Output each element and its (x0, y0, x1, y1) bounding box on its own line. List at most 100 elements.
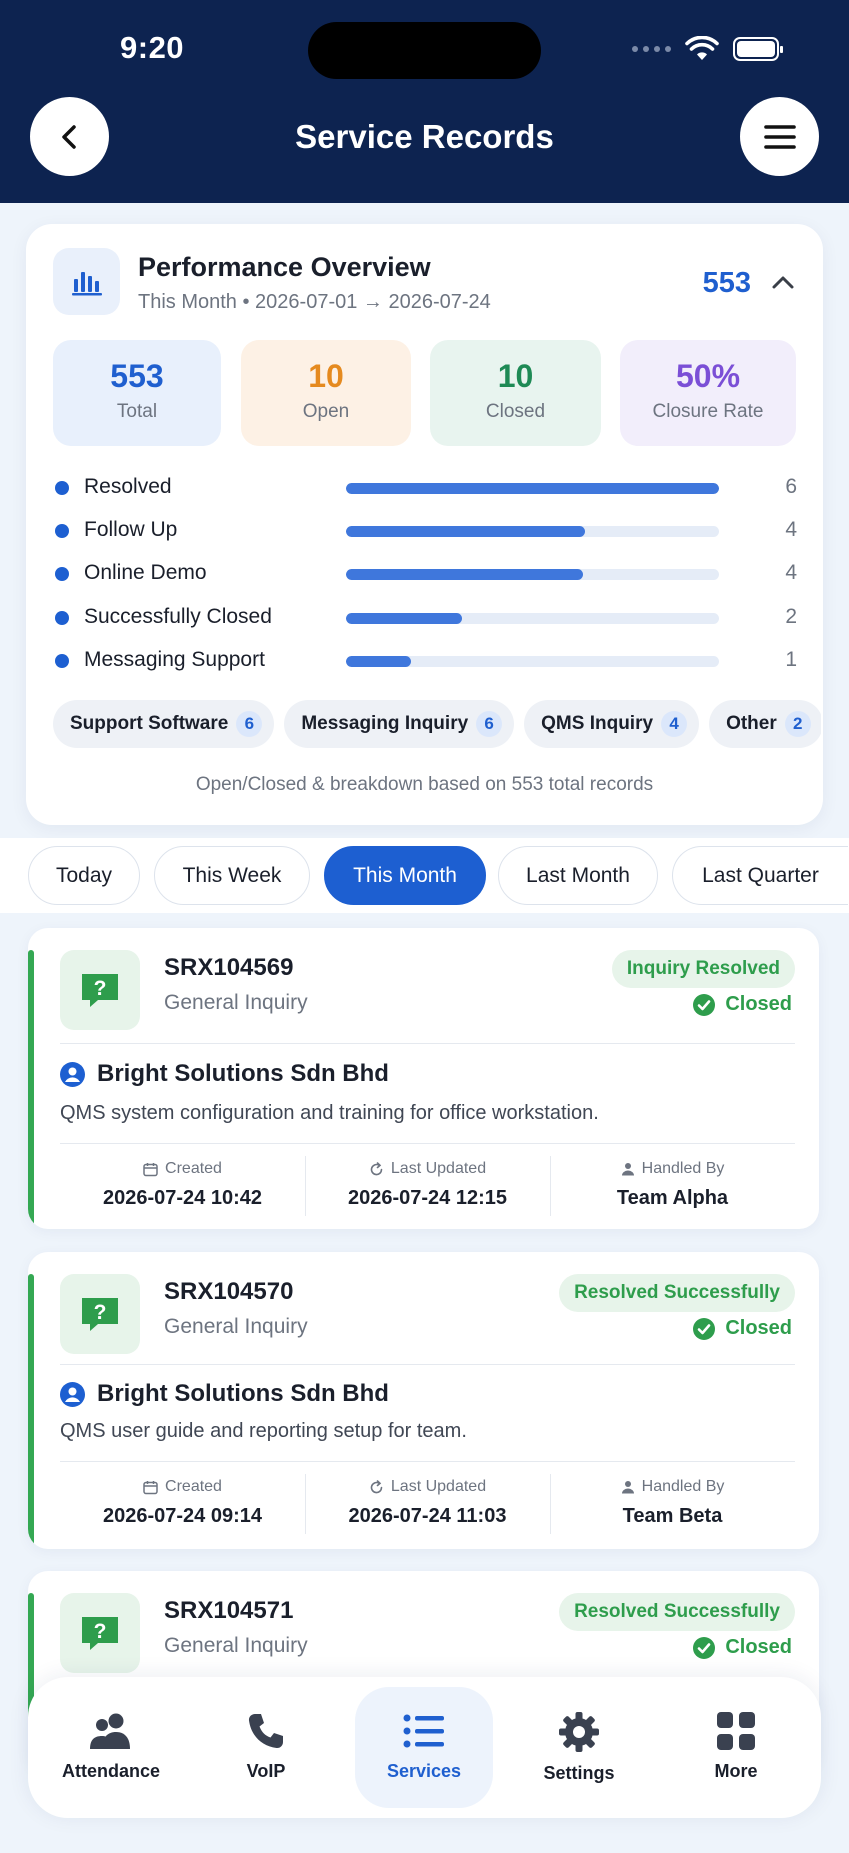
state-label: Closed (725, 1317, 792, 1339)
menu-button[interactable] (740, 97, 819, 176)
signal-icon (632, 46, 671, 52)
service-record-card[interactable]: ? SRX104569 General Inquiry Inquiry Reso… (28, 928, 819, 1229)
check-circle-icon (693, 993, 716, 1016)
overview-date-range: This Month • 2026-07-01 → 2026-07-24 (138, 291, 491, 313)
wifi-icon (685, 36, 719, 60)
record-id: SRX104570 (164, 1278, 294, 1305)
chip-support-software[interactable]: Support Software 6 (53, 700, 275, 748)
record-meta: Created 2026-07-24 10:42 Last Updated 20… (60, 1150, 795, 1222)
status-accent-bar (28, 1274, 34, 1549)
collapse-toggle[interactable] (771, 274, 795, 295)
status-icons (632, 36, 783, 62)
chip-messaging-inquiry[interactable]: Messaging Inquiry 6 (284, 700, 515, 748)
updated-value: 2026-07-24 12:15 (347, 1187, 507, 1209)
chip-label: Messaging Inquiry (301, 713, 469, 734)
record-meta: Created 2026-07-24 09:14 Last Updated 20… (60, 1468, 795, 1540)
breakdown-bar-fill (346, 526, 585, 537)
breakdown-count: 4 (785, 518, 797, 541)
breakdown-bar-fill (346, 656, 412, 667)
meta-updated: Last Updated 2026-07-24 12:15 (305, 1150, 550, 1222)
tab-attendance[interactable]: Attendance (42, 1687, 180, 1808)
dynamic-island (308, 22, 541, 79)
stat-value: 10 (497, 358, 534, 394)
status-time: 9:20 (120, 30, 185, 65)
inquiry-icon: ? (60, 950, 140, 1030)
tab-label: Attendance (61, 1761, 160, 1781)
state-indicator: Closed (693, 1636, 792, 1659)
calendar-icon (143, 1162, 158, 1176)
breakdown-count: 1 (785, 648, 797, 671)
client-name: Bright Solutions Sdn Bhd (60, 1060, 389, 1088)
state-indicator: Closed (693, 993, 792, 1016)
divider (60, 1043, 795, 1044)
bottom-tab-bar: Attendance VoIP Services Settings More (28, 1677, 821, 1818)
chip-count: 2 (784, 711, 811, 737)
list-icon (403, 1714, 444, 1748)
breakdown-row: Online Demo 4 (26, 558, 823, 588)
client-label: Bright Solutions Sdn Bhd (97, 1060, 389, 1087)
page-title: Service Records (295, 118, 554, 155)
user-circle-icon (60, 1061, 85, 1087)
status-badge: Inquiry Resolved (611, 950, 795, 988)
meta-handled: Handled By Team Beta (550, 1468, 795, 1540)
divider (60, 1364, 795, 1365)
breakdown-label: Successfully Closed (84, 605, 272, 628)
meta-created: Created 2026-07-24 09:14 (60, 1468, 305, 1540)
breakdown-label: Messaging Support (84, 648, 265, 671)
breakdown-row: Follow Up 4 (26, 515, 823, 545)
chip-count: 6 (236, 711, 263, 737)
svg-text:?: ? (94, 1620, 107, 1643)
client-name: Bright Solutions Sdn Bhd (60, 1380, 389, 1408)
tab-voip[interactable]: VoIP (197, 1687, 335, 1808)
breakdown-label: Online Demo (84, 561, 207, 584)
stat-closure-rate: 50% Closure Rate (620, 340, 796, 446)
state-label: Closed (725, 993, 792, 1015)
status-badge: Resolved Successfully (559, 1593, 795, 1631)
grid-icon (717, 1712, 755, 1750)
chip-other[interactable]: Other 2 (709, 700, 821, 748)
user-circle-icon (60, 1381, 85, 1407)
stat-total: 553 Total (53, 340, 221, 446)
overview-footnote: Open/Closed & breakdown based on 553 tot… (195, 774, 654, 795)
users-icon (90, 1713, 130, 1749)
stat-value: 50% (675, 358, 741, 394)
chip-qms-inquiry[interactable]: QMS Inquiry 4 (524, 700, 700, 748)
meta-label: Created (165, 1160, 222, 1177)
filter-last-month[interactable]: Last Month (498, 846, 658, 905)
created-value: 2026-07-24 10:42 (102, 1187, 262, 1209)
filter-this-week[interactable]: This Week (154, 846, 310, 905)
performance-overview-card: Performance Overview This Month • 2026-0… (26, 224, 823, 825)
stat-label: Closed (485, 401, 546, 422)
record-type: General Inquiry (164, 1315, 308, 1338)
bullet-dot (55, 524, 69, 538)
stat-label: Open (302, 401, 350, 422)
bullet-dot (55, 567, 69, 581)
person-icon (621, 1163, 634, 1176)
tab-label: Settings (543, 1763, 615, 1783)
phone-icon (248, 1714, 283, 1749)
category-chips: Support Software 6 Messaging Inquiry 6 QMS… (53, 700, 821, 748)
state-indicator: Closed (693, 1317, 792, 1340)
updated-value: 2026-07-24 11:03 (348, 1505, 507, 1527)
tab-settings[interactable]: Settings (510, 1687, 648, 1808)
divider (60, 1143, 795, 1144)
svg-text:?: ? (94, 1301, 107, 1324)
tab-more[interactable]: More (667, 1687, 805, 1808)
breakdown-count: 4 (785, 561, 797, 584)
bullet-dot (55, 611, 69, 625)
filter-this-month[interactable]: This Month (324, 846, 486, 905)
tab-services[interactable]: Services (355, 1687, 493, 1808)
breakdown-bar-fill (346, 613, 462, 624)
stat-label: Total (116, 401, 158, 422)
record-id: SRX104569 (164, 954, 294, 981)
handled-value: Team Alpha (616, 1187, 729, 1209)
refresh-icon (370, 1479, 383, 1493)
filter-last-quarter[interactable]: Last Quarter (672, 846, 848, 905)
overview-title: Performance Overview (138, 252, 431, 282)
filter-today[interactable]: Today (28, 846, 140, 905)
breakdown-row: Resolved 6 (26, 472, 823, 502)
client-label: Bright Solutions Sdn Bhd (97, 1380, 389, 1407)
breakdown-row: Successfully Closed 2 (26, 602, 823, 632)
hamburger-icon (763, 124, 796, 149)
service-record-card[interactable]: ? SRX104570 General Inquiry Resolved Suc… (28, 1252, 819, 1549)
